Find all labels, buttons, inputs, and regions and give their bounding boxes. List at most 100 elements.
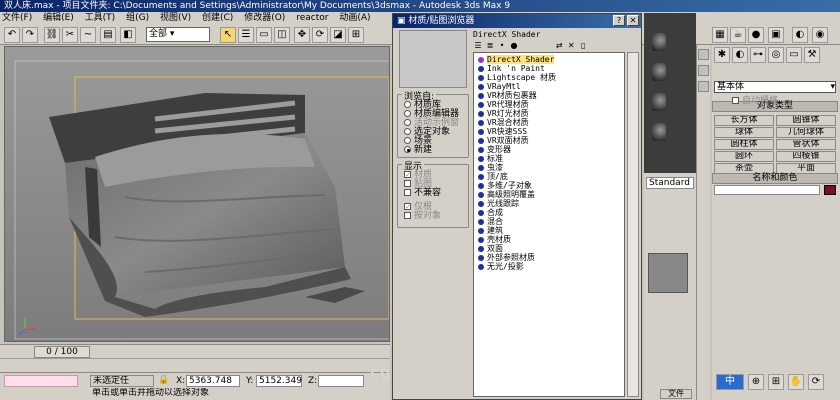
layer-icon[interactable]: ◧	[120, 27, 136, 43]
maxscript-listener[interactable]	[4, 375, 78, 387]
pyramid-button[interactable]: 四棱锥	[776, 151, 836, 162]
sample-slot[interactable]	[652, 123, 666, 141]
zoom-all-icon[interactable]: ⊞	[768, 374, 784, 390]
lock-icon[interactable]: 🔒	[158, 375, 169, 385]
list-item[interactable]: 合成	[478, 208, 503, 217]
menu-animation[interactable]: 动画(A)	[339, 13, 370, 23]
language-indicator-icon[interactable]: 中	[716, 374, 744, 390]
list-item[interactable]: VR快速SSS	[478, 127, 527, 136]
list-item[interactable]: Ink 'n Paint	[478, 64, 545, 73]
zoom-icon[interactable]: ⊕	[748, 374, 764, 390]
list-item[interactable]: VR灯光材质	[478, 109, 529, 118]
torus-button[interactable]: 圆环	[714, 151, 774, 162]
list-item[interactable]: VR代理材质	[478, 100, 529, 109]
select-by-name-icon[interactable]: ☰	[238, 27, 254, 43]
redo-icon[interactable]: ↷	[22, 27, 38, 43]
backlight-icon[interactable]	[698, 65, 709, 76]
sphere-button[interactable]: 球体	[714, 127, 774, 138]
list-item[interactable]: 双面	[478, 244, 503, 253]
object-name-field[interactable]	[714, 185, 820, 195]
material-list-scrollbar[interactable]	[627, 52, 639, 397]
cone-button[interactable]: 圆锥体	[776, 115, 836, 126]
close-icon[interactable]: ✕	[627, 15, 639, 26]
render-frame-icon[interactable]: ▣	[768, 27, 784, 43]
time-slider[interactable]: 0 / 100	[34, 346, 90, 358]
modify-tab-icon[interactable]: ◐	[732, 47, 748, 63]
list-item[interactable]: 混合	[478, 217, 503, 226]
list-item[interactable]: 顶/底	[478, 172, 508, 181]
tube-button[interactable]: 管状体	[776, 139, 836, 150]
material-editor-icon[interactable]: ●	[748, 27, 764, 43]
utilities-tab-icon[interactable]: ⚒	[804, 47, 820, 63]
object-color-swatch[interactable]	[824, 185, 836, 195]
quick-render-icon[interactable]: ☕	[730, 27, 746, 43]
view-large-icons-icon[interactable]: ●	[509, 41, 519, 51]
list-item[interactable]: 高级照明覆盖	[478, 190, 535, 199]
create-tab-icon[interactable]: ✱	[714, 47, 730, 63]
orbit-icon[interactable]: ⟳	[808, 374, 824, 390]
list-item[interactable]: 多维/子对象	[478, 181, 532, 190]
delete-icon[interactable]: ✕	[566, 41, 576, 51]
select-rotate-icon[interactable]: ⟳	[312, 27, 328, 43]
view-small-icons-icon[interactable]: •	[497, 41, 507, 51]
list-item[interactable]: 虫漆	[478, 163, 503, 172]
track-bar[interactable]	[0, 358, 390, 372]
background-icon[interactable]	[698, 81, 709, 92]
file-button[interactable]: 文件	[660, 389, 692, 399]
window-crossing-icon[interactable]: ◫	[274, 27, 290, 43]
undo-icon[interactable]: ↶	[4, 27, 20, 43]
list-item[interactable]: 无光/投影	[478, 262, 524, 271]
selection-filter-dropdown[interactable]: 全部 ▾	[146, 27, 210, 42]
menu-reactor[interactable]: reactor	[296, 13, 328, 23]
sample-slot[interactable]	[652, 93, 666, 111]
reference-coord-icon[interactable]: ⊞	[348, 27, 364, 43]
rect-selection-icon[interactable]: ▭	[256, 27, 272, 43]
list-item[interactable]: VR双面材质	[478, 136, 529, 145]
menu-edit[interactable]: 编辑(E)	[43, 13, 74, 23]
box-button[interactable]: 长方体	[714, 115, 774, 126]
view-list-icon[interactable]: ☰	[473, 41, 483, 51]
sample-slot[interactable]	[652, 63, 666, 81]
cylinder-button[interactable]: 圆柱体	[714, 139, 774, 150]
list-item[interactable]: 标准	[478, 154, 503, 163]
select-move-icon[interactable]: ✥	[294, 27, 310, 43]
list-item[interactable]: VR材质包裹器	[478, 91, 537, 100]
menu-file[interactable]: 文件(F)	[2, 13, 32, 23]
material-list[interactable]: DirectX Shader Ink 'n Paint Lightscape 材…	[473, 52, 625, 397]
sample-type-icon[interactable]	[698, 49, 709, 60]
list-item[interactable]: 建筑	[478, 226, 503, 235]
motion-tab-icon[interactable]: ◎	[768, 47, 784, 63]
help-button[interactable]: ?	[613, 15, 625, 26]
sample-slot[interactable]	[652, 33, 666, 51]
list-item[interactable]: VRayMtl	[478, 82, 521, 91]
teapot-render-icon[interactable]: ◐	[792, 27, 808, 43]
menu-group[interactable]: 组(G)	[126, 13, 149, 23]
y-coordinate-field[interactable]: 5152.349	[256, 375, 302, 387]
menu-tools[interactable]: 工具(T)	[85, 13, 116, 23]
list-item[interactable]: Lightscape 材质	[478, 73, 556, 82]
menu-create[interactable]: 创建(C)	[202, 13, 233, 23]
geosphere-button[interactable]: 几何球体	[776, 127, 836, 138]
list-item[interactable]: VR混合材质	[478, 118, 529, 127]
x-coordinate-field[interactable]: 5363.748	[186, 375, 240, 387]
list-item[interactable]: 光线跟踪	[478, 199, 519, 208]
select-filter-icon[interactable]: ▤	[100, 27, 116, 43]
update-scene-icon[interactable]: ⇄	[554, 41, 564, 51]
render-last-icon[interactable]: ◉	[812, 27, 828, 43]
link-icon[interactable]: ⛓	[44, 27, 60, 43]
primitive-type-dropdown[interactable]: 基本体 ▾	[714, 81, 836, 93]
display-tab-icon[interactable]: ▭	[786, 47, 802, 63]
clear-library-icon[interactable]: ▯	[578, 41, 588, 51]
menu-view[interactable]: 视图(V)	[160, 13, 191, 23]
bind-space-warp-icon[interactable]: ~	[80, 27, 96, 43]
auto-grid-checkbox[interactable]: 自动栅格	[732, 93, 778, 106]
list-item[interactable]: 外部参照材质	[478, 253, 535, 262]
z-coordinate-field[interactable]	[318, 375, 364, 387]
list-item[interactable]: 壳材质	[478, 235, 511, 244]
list-item[interactable]: 变形器	[478, 145, 511, 154]
list-item[interactable]: DirectX Shader	[478, 55, 555, 64]
perspective-viewport[interactable]	[4, 46, 390, 342]
unlink-icon[interactable]: ✂	[62, 27, 78, 43]
color-swatch[interactable]	[648, 253, 688, 293]
select-object-icon[interactable]: ↖	[220, 27, 236, 43]
